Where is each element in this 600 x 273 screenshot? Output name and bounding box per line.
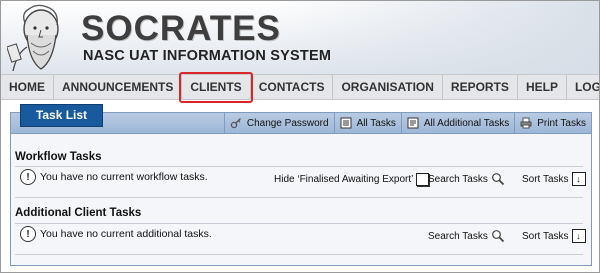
additional-sort-label: Sort Tasks — [522, 230, 569, 242]
change-password-label: Change Password — [246, 117, 329, 129]
nav-help[interactable]: HELP — [518, 75, 567, 99]
info-exclamation-icon: ! — [20, 226, 36, 242]
hide-finalised-toggle[interactable]: Hide ‘Finalised Awaiting Export’ — [274, 173, 430, 186]
site-header: SOCRATES NASC UAT INFORMATION SYSTEM — [1, 1, 599, 74]
workflow-empty-message: ! You have no current workflow tasks. — [20, 169, 208, 185]
nav-log-off[interactable]: LOG OFF — [567, 75, 599, 99]
task-list-panel: Change Password All Tasks All Additional… — [10, 104, 592, 266]
magnifier-icon — [491, 230, 504, 243]
additional-message-text: You have no current additional tasks. — [40, 228, 212, 240]
brand-title: SOCRATES — [81, 9, 281, 48]
change-password-button[interactable]: Change Password — [223, 113, 334, 133]
hide-finalised-label: Hide ‘Finalised Awaiting Export’ — [274, 174, 414, 185]
magnifier-icon — [491, 173, 504, 186]
main-nav: HOME ANNOUNCEMENTS CLIENTS CONTACTS ORGA… — [1, 72, 599, 103]
key-icon — [230, 118, 241, 129]
app-frame: SOCRATES NASC UAT INFORMATION SYSTEM HOM… — [0, 0, 600, 273]
additional-search-tasks-button[interactable]: Search Tasks — [428, 229, 505, 243]
workflow-sort-label: Sort Tasks — [522, 173, 569, 185]
additional-empty-message: ! You have no current additional tasks. — [20, 226, 212, 242]
tasks-list-icon — [340, 117, 352, 129]
info-exclamation-icon: ! — [20, 169, 36, 185]
additional-bottom-divider — [15, 254, 583, 255]
socrates-bust-icon — [7, 4, 59, 72]
brand-subtitle: NASC UAT INFORMATION SYSTEM — [83, 48, 332, 64]
additional-search-label: Search Tasks — [428, 230, 488, 242]
additional-divider — [15, 223, 583, 224]
additional-sort-tasks-button[interactable]: Sort Tasks ↓ — [522, 229, 586, 243]
printer-icon — [520, 117, 532, 129]
workflow-sort-tasks-button[interactable]: Sort Tasks ↓ — [522, 172, 586, 186]
workflow-message-text: You have no current workflow tasks. — [40, 171, 208, 183]
nav-clients[interactable]: CLIENTS — [179, 72, 254, 103]
workflow-search-tasks-button[interactable]: Search Tasks — [428, 172, 505, 186]
workflow-divider — [15, 166, 583, 167]
all-additional-tasks-label: All Additional Tasks — [423, 117, 510, 129]
workflow-search-label: Search Tasks — [428, 173, 488, 185]
additional-tasks-heading: Additional Client Tasks — [15, 207, 142, 219]
workflow-tasks-heading: Workflow Tasks — [15, 151, 102, 163]
panel-toolbar: Change Password All Tasks All Additional… — [223, 113, 591, 133]
additional-tasks-icon — [407, 117, 419, 129]
sort-down-arrow-icon: ↓ — [571, 229, 586, 243]
workflow-bottom-divider — [15, 197, 583, 198]
nav-organisation[interactable]: ORGANISATION — [333, 75, 443, 99]
print-tasks-button[interactable]: Print Tasks — [514, 113, 591, 133]
all-tasks-button[interactable]: All Tasks — [333, 113, 401, 133]
nav-home[interactable]: HOME — [1, 75, 54, 99]
nav-reports[interactable]: REPORTS — [443, 75, 518, 99]
all-additional-tasks-button[interactable]: All Additional Tasks — [400, 113, 514, 133]
print-tasks-label: Print Tasks — [537, 117, 586, 129]
nav-announcements[interactable]: ANNOUNCEMENTS — [54, 75, 183, 99]
nav-contacts[interactable]: CONTACTS — [251, 75, 334, 99]
all-tasks-label: All Tasks — [356, 117, 396, 129]
tab-task-list[interactable]: Task List — [20, 104, 103, 127]
sort-down-arrow-icon: ↓ — [571, 172, 586, 186]
